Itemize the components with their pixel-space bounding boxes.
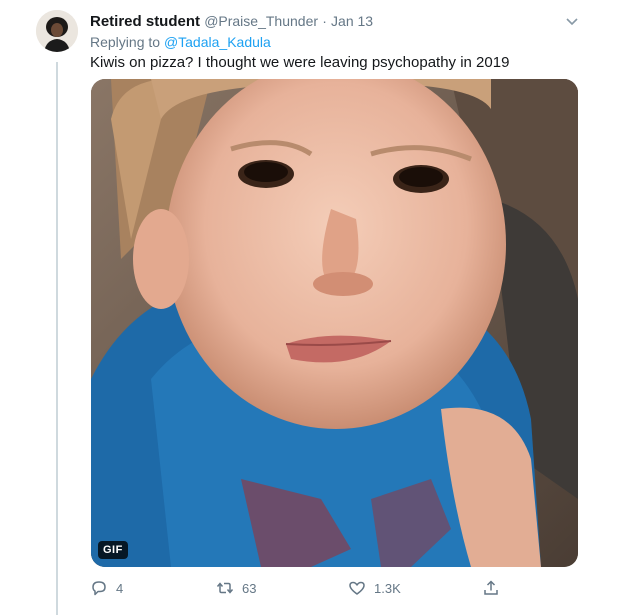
retweet-count: 63 [242,580,257,596]
reply-count: 4 [116,580,124,596]
reply-button[interactable]: 4 [90,576,123,600]
retweet-button[interactable]: 63 [216,576,256,600]
tweet-text: Kiwis on pizza? I thought we were leavin… [90,54,510,71]
share-button[interactable] [482,576,508,600]
retweet-icon [216,579,234,597]
chevron-down-icon[interactable] [562,11,582,31]
tweet-actions: 4 63 1.3K [90,576,510,600]
replying-to: Replying to @Tadala_Kadula [90,33,271,51]
tweet-header: Retired student @Praise_Thunder · Jan 13 [90,11,600,31]
display-name[interactable]: Retired student [90,13,200,30]
separator-dot: · [322,13,327,29]
reply-to-link[interactable]: @Tadala_Kadula [164,34,271,50]
gif-media[interactable] [91,79,578,567]
tweet-date[interactable]: Jan 13 [331,13,373,29]
reply-icon [90,579,108,597]
replying-to-label: Replying to [90,34,161,50]
share-icon [482,579,500,597]
user-handle[interactable]: @Praise_Thunder [204,13,318,29]
avatar[interactable] [36,10,78,52]
thread-line [56,62,58,615]
heart-icon [348,579,366,597]
like-button[interactable]: 1.3K [348,576,401,600]
like-count: 1.3K [374,580,401,596]
gif-badge: GIF [98,541,128,559]
